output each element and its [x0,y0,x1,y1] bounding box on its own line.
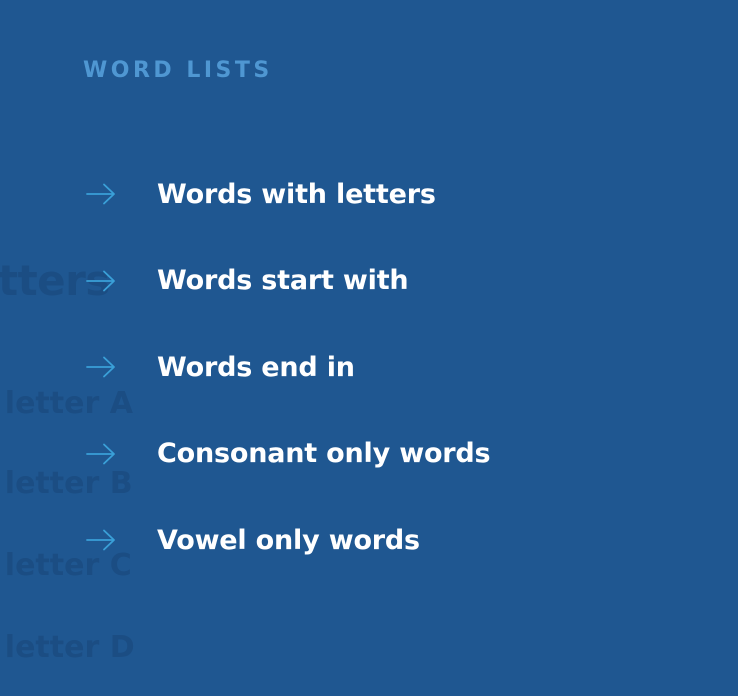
word-list-label: Words start with [157,265,409,296]
word-list-label: Consonant only words [157,438,491,469]
section-title: WORD LISTS [83,58,273,83]
arrow-right-icon [86,270,116,292]
word-list-link-consonant-only-words[interactable]: Consonant only words [86,428,491,480]
arrow-right-icon [86,183,116,205]
word-list-link-vowel-only-words[interactable]: Vowel only words [86,514,490,566]
arrow-right-icon [86,356,116,378]
word-list-link-words-with-letters[interactable]: Words with letters [86,168,490,220]
word-list-label: Vowel only words [157,524,420,556]
arrow-right-icon [86,529,116,551]
word-lists-menu: WORD LISTS Words with letters Words star… [0,0,738,696]
word-list-label: Words with letters [157,178,436,210]
word-lists-list: Words with letters Words start with Word… [86,168,491,601]
word-list-link-words-end-in[interactable]: Words end in [86,341,490,393]
word-list-label: Words end in [157,351,355,383]
arrow-right-icon [86,443,116,465]
word-list-link-words-start-with[interactable]: Words start with [86,255,490,307]
word-lists-panel: etters e letter A e letter B e letter C … [0,0,738,696]
